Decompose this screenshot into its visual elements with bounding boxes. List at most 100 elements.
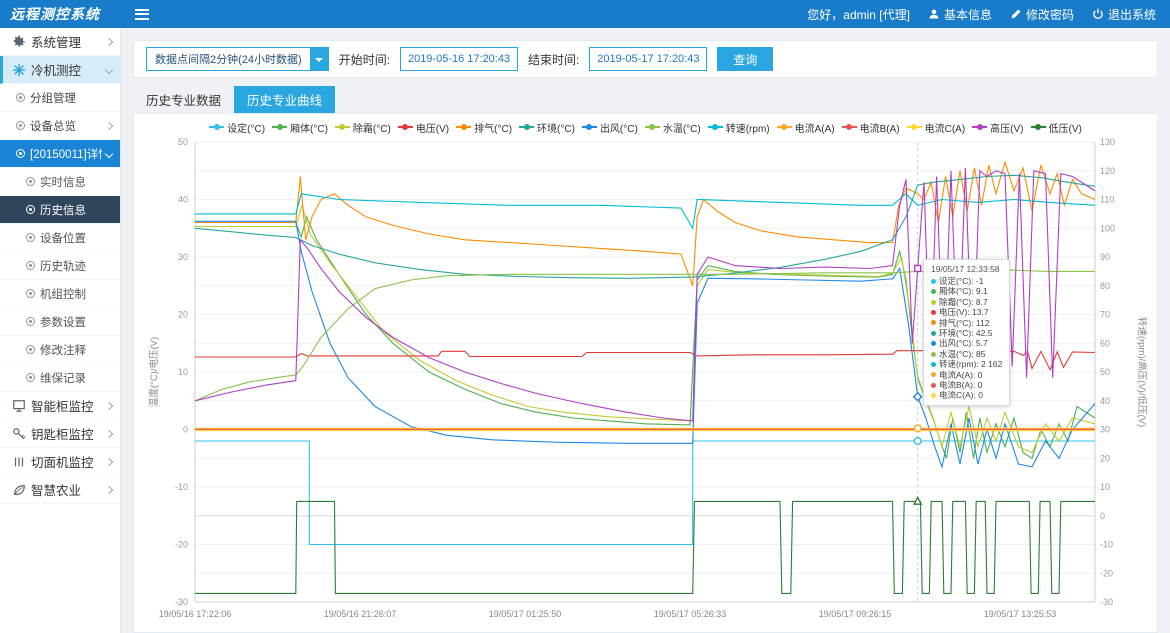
legend-symbol — [972, 123, 987, 132]
tab-history-curve[interactable]: 历史专业曲线 — [234, 86, 335, 113]
hover-marker — [914, 393, 922, 401]
svg-text:40: 40 — [1100, 396, 1110, 406]
slicer-icon — [12, 455, 26, 469]
legend-symbol — [209, 123, 224, 132]
legend-item[interactable]: 环境(°C) — [519, 120, 575, 135]
bullet-icon — [26, 205, 35, 214]
main-content: 数据点间隔2分钟(24小时数据) 开始时间: 结束时间: 查询 历史专业数据 历… — [121, 28, 1170, 633]
svg-text:-20: -20 — [175, 540, 188, 550]
sidebar-item-smart-cabinet[interactable]: 智能柜监控 — [0, 392, 120, 420]
tooltip-row: 出风(°C): 5.7 — [931, 338, 1002, 348]
tooltip-time: 19/05/17 12:33:58 — [931, 264, 1002, 274]
tooltip-row: 水温(°C): 85 — [931, 349, 1002, 359]
legend-symbol — [842, 123, 857, 132]
legend-item[interactable]: 转速(rpm) — [708, 120, 770, 135]
sidebar-item-maintenance-records[interactable]: 维保记录 — [0, 364, 120, 392]
legend-item[interactable]: 出风(°C) — [582, 120, 638, 135]
svg-text:10: 10 — [178, 367, 188, 377]
legend-label: 低压(V) — [1049, 120, 1082, 135]
legend-label: 电流B(A) — [860, 120, 900, 135]
sidebar-item-history-info[interactable]: 历史信息 — [0, 196, 120, 224]
legend-item[interactable]: 电流C(A) — [907, 120, 966, 135]
svg-text:30: 30 — [178, 252, 188, 262]
sidebar-item-group-management[interactable]: 分组管理 — [0, 84, 120, 112]
sidebar-item-device-overview[interactable]: 设备总览 — [0, 112, 120, 140]
sidebar-item-edit-remark[interactable]: 修改注释 — [0, 336, 120, 364]
svg-text:30: 30 — [1100, 425, 1110, 435]
svg-text:20: 20 — [178, 310, 188, 320]
legend-label: 电流C(A) — [925, 120, 966, 135]
sidebar-item-cooler-monitoring[interactable]: 冷机测控 — [0, 56, 120, 84]
legend-symbol — [1031, 123, 1046, 132]
legend-label: 高压(V) — [990, 120, 1023, 135]
end-time-input[interactable] — [589, 47, 707, 71]
start-time-input[interactable] — [400, 47, 518, 71]
legend-label: 厢体(°C) — [290, 120, 328, 135]
tab-history-data[interactable]: 历史专业数据 — [133, 86, 234, 113]
legend-item[interactable]: 电压(V) — [398, 120, 449, 135]
interval-select[interactable]: 数据点间隔2分钟(24小时数据) — [146, 47, 329, 71]
power-icon — [1092, 8, 1104, 20]
svg-text:50: 50 — [178, 137, 188, 147]
legend-symbol — [582, 123, 597, 132]
sidebar-item-unit-control[interactable]: 机组控制 — [0, 280, 120, 308]
legend-item[interactable]: 电流B(A) — [842, 120, 900, 135]
svg-text:19/05/16 21:26:07: 19/05/16 21:26:07 — [324, 609, 397, 619]
legend-label: 除霜(°C) — [353, 120, 391, 135]
tab-bar: 历史专业数据 历史专业曲线 — [133, 86, 1158, 113]
legend-symbol — [777, 123, 792, 132]
basic-info-button[interactable]: 基本信息 — [928, 6, 992, 23]
sidebar-item-device-detail[interactable]: [20150011]详情 — [0, 140, 120, 168]
chevron-right-icon — [105, 37, 113, 45]
chart-panel: 设定(°C) 厢体(°C) 除霜(°C) 电压(V) 排气(°C) 环境(°C) 出风(°C… — [133, 113, 1158, 633]
legend-item[interactable]: 厢体(°C) — [272, 120, 328, 135]
legend-label: 水温(°C) — [663, 120, 701, 135]
sidebar-item-device-location[interactable]: 设备位置 — [0, 224, 120, 252]
legend-item[interactable]: 高压(V) — [972, 120, 1023, 135]
bullet-icon — [16, 149, 25, 158]
legend-item[interactable]: 电流A(A) — [777, 120, 835, 135]
sidebar-item-parameter-settings[interactable]: 参数设置 — [0, 308, 120, 336]
sidebar-item-slicer-monitoring[interactable]: 切面机监控 — [0, 448, 120, 476]
chevron-right-icon — [105, 401, 113, 409]
legend-label: 电流A(A) — [795, 120, 835, 135]
sidebar-item-history-track[interactable]: 历史轨迹 — [0, 252, 120, 280]
legend-item[interactable]: 水温(°C) — [645, 120, 701, 135]
svg-text:0: 0 — [1100, 511, 1105, 521]
leaf-icon — [12, 483, 26, 497]
end-time-label: 结束时间: — [528, 51, 579, 68]
sidebar-item-smart-agriculture[interactable]: 智慧农业 — [0, 476, 120, 504]
legend-symbol — [398, 123, 413, 132]
snowflake-icon — [12, 63, 26, 77]
legend-item[interactable]: 设定(°C) — [209, 120, 265, 135]
app-title: 远程测控系统 — [0, 4, 121, 24]
legend-item[interactable]: 排气(°C) — [456, 120, 512, 135]
change-password-button[interactable]: 修改密码 — [1010, 6, 1074, 23]
chevron-right-icon — [105, 485, 113, 493]
header-menu: 您好，admin [代理] 基本信息 修改密码 退出系统 — [807, 6, 1170, 23]
sidebar-item-system-management[interactable]: 系统管理 — [0, 28, 120, 56]
svg-text:100: 100 — [1100, 223, 1115, 233]
hover-marker — [914, 497, 921, 504]
svg-text:19/05/17 05:26:33: 19/05/17 05:26:33 — [654, 609, 727, 619]
legend-item[interactable]: 除霜(°C) — [335, 120, 391, 135]
svg-text:20: 20 — [1100, 453, 1110, 463]
chevron-right-icon — [105, 429, 113, 437]
chevron-down-icon — [310, 48, 328, 70]
legend-symbol — [335, 123, 350, 132]
bullet-icon — [16, 121, 25, 130]
user-icon — [928, 8, 940, 20]
query-button[interactable]: 查询 — [717, 47, 773, 71]
hover-marker — [915, 266, 921, 272]
legend-symbol — [645, 123, 660, 132]
start-time-label: 开始时间: — [339, 51, 390, 68]
legend-label: 排气(°C) — [474, 120, 512, 135]
legend-symbol — [907, 123, 922, 132]
logout-button[interactable]: 退出系统 — [1092, 6, 1156, 23]
sidebar-item-realtime-info[interactable]: 实时信息 — [0, 168, 120, 196]
chevron-right-icon — [105, 121, 113, 129]
hamburger-icon[interactable] — [135, 9, 149, 20]
sidebar-item-key-cabinet[interactable]: 钥匙柜监控 — [0, 420, 120, 448]
legend-item[interactable]: 低压(V) — [1031, 120, 1082, 135]
key-icon — [12, 427, 26, 441]
